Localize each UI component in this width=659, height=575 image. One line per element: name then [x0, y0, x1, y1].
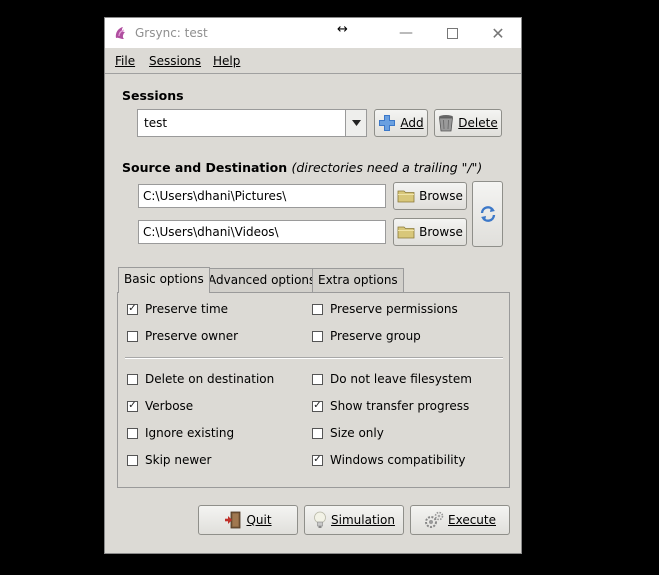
browse-destination-button[interactable]: Browse	[393, 218, 467, 246]
plus-icon	[379, 115, 396, 131]
execute-label: Execute	[448, 513, 496, 527]
menu-bar: File Sessions Help	[105, 49, 521, 74]
swap-source-destination-button[interactable]	[472, 181, 503, 247]
source-destination-label: Source and Destination (directories need…	[122, 160, 483, 175]
execute-button[interactable]: Execute	[410, 505, 510, 535]
checkbox-box[interactable]: ✓	[312, 454, 323, 466]
grsync-window: Grsync: test ↔ — ✕ File Sessions Help Se…	[104, 17, 522, 554]
simulation-label: Simulation	[331, 513, 395, 527]
options-separator	[125, 357, 503, 359]
delete-label: Delete	[458, 116, 498, 130]
close-icon: ✕	[491, 23, 505, 43]
checkbox-box[interactable]	[127, 373, 138, 385]
verbose-checkbox[interactable]: ✓ Verbose	[127, 399, 193, 413]
trailing-slash-hint: (directories need a trailing "/")	[291, 160, 483, 175]
resize-cursor-icon: ↔	[337, 22, 348, 37]
lightbulb-icon	[314, 511, 326, 528]
tab-basic-options[interactable]: Basic options	[118, 267, 210, 293]
chevron-down-icon[interactable]	[345, 110, 366, 136]
folder-icon	[397, 226, 415, 239]
checkbox-box[interactable]	[127, 330, 138, 342]
checkbox-box[interactable]	[127, 427, 138, 439]
checkbox-box[interactable]: ✓	[127, 400, 138, 412]
menu-help[interactable]: Help	[213, 54, 240, 68]
gears-icon	[425, 511, 444, 528]
skip-newer-checkbox[interactable]: Skip newer	[127, 453, 211, 467]
tab-advanced-options[interactable]: Advanced options	[202, 268, 322, 292]
preserve-time-checkbox[interactable]: ✓ Preserve time	[127, 302, 228, 316]
checkbox-box[interactable]: ✓	[127, 303, 138, 315]
do-not-leave-filesystem-checkbox[interactable]: Do not leave filesystem	[312, 372, 472, 386]
browse-source-button[interactable]: Browse	[393, 182, 467, 210]
preserve-permissions-checkbox[interactable]: Preserve permissions	[312, 302, 458, 316]
close-button[interactable]: ✕	[475, 18, 521, 48]
menu-file[interactable]: File	[115, 54, 135, 68]
add-label: Add	[400, 116, 424, 130]
checkbox-box[interactable]	[312, 373, 323, 385]
checkbox-box[interactable]	[312, 330, 323, 342]
exit-door-icon	[225, 511, 241, 529]
show-transfer-progress-checkbox[interactable]: ✓ Show transfer progress	[312, 399, 469, 413]
maximize-icon	[446, 27, 458, 39]
destination-path-input[interactable]: C:\Users\dhani\Videos\	[138, 220, 386, 244]
tab-extra-options[interactable]: Extra options	[312, 268, 404, 292]
browse-label: Browse	[419, 225, 463, 239]
ignore-existing-checkbox[interactable]: Ignore existing	[127, 426, 234, 440]
basic-options-panel: ✓ Preserve time Preserve permissions Pre…	[117, 292, 510, 488]
simulation-button[interactable]: Simulation	[304, 505, 404, 535]
size-only-checkbox[interactable]: Size only	[312, 426, 384, 440]
preserve-group-checkbox[interactable]: Preserve group	[312, 329, 421, 343]
checkbox-box[interactable]	[127, 454, 138, 466]
preserve-owner-checkbox[interactable]: Preserve owner	[127, 329, 238, 343]
sessions-label: Sessions	[122, 88, 184, 103]
checkbox-box[interactable]: ✓	[312, 400, 323, 412]
swap-refresh-icon	[480, 206, 495, 222]
add-session-button[interactable]: Add	[374, 109, 428, 137]
checkbox-box[interactable]	[312, 427, 323, 439]
checkbox-box[interactable]	[312, 303, 323, 315]
trash-icon	[439, 115, 454, 132]
windows-compatibility-checkbox[interactable]: ✓ Windows compatibility	[312, 453, 465, 467]
quit-label: Quit	[246, 513, 272, 527]
folder-icon	[397, 190, 415, 203]
session-value: test	[144, 116, 168, 130]
window-title: Grsync: test	[135, 26, 208, 40]
session-combo[interactable]: test	[137, 109, 367, 137]
quit-button[interactable]: Quit	[198, 505, 298, 535]
grsync-app-icon	[115, 27, 125, 39]
title-bar[interactable]: Grsync: test ↔ — ✕	[105, 18, 521, 48]
browse-label: Browse	[419, 189, 463, 203]
delete-on-destination-checkbox[interactable]: Delete on destination	[127, 372, 274, 386]
minimize-icon: —	[399, 25, 413, 41]
delete-session-button[interactable]: Delete	[434, 109, 502, 137]
maximize-button[interactable]	[429, 18, 475, 48]
source-path-input[interactable]: C:\Users\dhani\Pictures\	[138, 184, 386, 208]
minimize-button[interactable]: —	[383, 18, 429, 48]
menu-sessions[interactable]: Sessions	[149, 54, 201, 68]
